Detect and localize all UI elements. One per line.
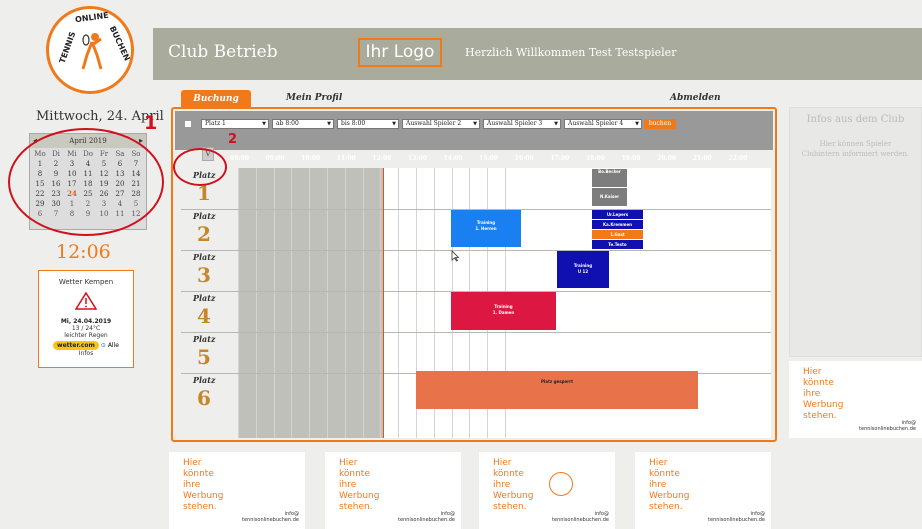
chevron-down-icon: ▼ — [635, 121, 639, 127]
welcome-text: Herzlich Willkommen Test Testspieler — [465, 46, 677, 59]
hour-label: 09:00 — [265, 155, 285, 162]
weather-all-link[interactable]: Alle — [108, 342, 119, 349]
chevron-down-icon: ▼ — [392, 121, 396, 127]
court-label: Platz — [193, 211, 216, 221]
ad-box-2[interactable]: Hier könnte ihre Werbung stehen. info@ tennis… — [325, 452, 461, 529]
club-info-box: Infos aus dem Club Hier können Spieler Cl… — [789, 107, 922, 357]
booking-block[interactable]: N.Kaiser — [592, 188, 627, 206]
hour-label: 16:00 — [514, 155, 534, 162]
booking-training-u12[interactable]: Training U 12 — [557, 251, 609, 288]
ad-box-1[interactable]: Hier könnte ihre Werbung stehen. info@ tennis… — [169, 452, 305, 529]
player2-select[interactable]: Auswahl Spieler 2 ▼ — [402, 119, 480, 129]
hour-label: 12:00 — [372, 155, 392, 162]
header: ONLINE TENNIS BUCHEN Club Betrieb Ihr Lo… — [0, 0, 922, 95]
weather-date: Mi, 24.04.2019 — [60, 318, 112, 325]
booking-block[interactable]: 1.Gast — [592, 230, 643, 239]
hour-label: 19:00 — [621, 155, 641, 162]
info-body: Hier können Spieler Clubintern informiert… — [801, 140, 910, 158]
weather-desc: leichter Regen — [64, 332, 108, 339]
hour-label: 21:00 — [692, 155, 712, 162]
toolbar-checkbox[interactable] — [185, 121, 191, 127]
annotation-circle-2 — [173, 148, 227, 186]
wetter-com-badge[interactable]: wetter.com — [53, 341, 99, 350]
weather-links: wetter.com ⊙ Alle — [39, 341, 133, 350]
mouse-cursor-icon — [451, 250, 460, 262]
logo-arc-right: BUCHEN — [107, 24, 132, 63]
chevron-down-icon: ▼ — [327, 121, 331, 127]
booking-block[interactable]: Bo.Becker — [592, 169, 627, 187]
booking-block[interactable]: Ur.Lepers — [592, 210, 643, 219]
court-schedule-grid: Platz 1 Platz 2 Platz 3 Platz 4 Platz 5 Platz 6 Bo.… — [181, 168, 771, 438]
tab-profile[interactable]: Mein Profil — [286, 93, 342, 103]
grid-hline — [181, 250, 771, 251]
weather-widget: Wetter Kempen Mi, 24.04.2019 13 / 24°C l… — [38, 270, 134, 368]
hour-label: 17:00 — [550, 155, 570, 162]
weather-info-link[interactable]: Infos — [39, 350, 133, 357]
court-number: 6 — [197, 386, 211, 410]
court-number: 3 — [197, 263, 211, 287]
annotation-circle-1 — [8, 128, 164, 236]
weather-warning-icon — [74, 291, 98, 310]
annotation-number-2: 2 — [228, 132, 238, 147]
current-time-line — [383, 168, 384, 438]
page-title: Club Betrieb — [168, 42, 278, 62]
hour-label: 22:00 — [728, 155, 748, 162]
court-number: 4 — [197, 304, 211, 328]
hour-label: 08:00 — [230, 155, 249, 162]
play-icon: ⊙ — [100, 342, 106, 349]
hour-label: 18:00 — [586, 155, 605, 162]
booking-training-herren[interactable]: Training 1. Herren — [451, 210, 521, 247]
ad-box-3[interactable]: Hier könnte ihre Werbung stehen. info@ tennis… — [479, 452, 615, 529]
court-closed-block[interactable]: Platz gesperrt — [416, 371, 698, 409]
tennis-online-buchen-logo[interactable]: ONLINE TENNIS BUCHEN — [46, 6, 134, 94]
mini-logo-icon — [549, 472, 573, 496]
court-select[interactable]: Platz 1 ▼ — [201, 119, 269, 129]
court-number: 2 — [197, 222, 211, 246]
club-logo-placeholder: Ihr Logo — [358, 38, 442, 67]
grid-hline — [181, 332, 771, 333]
chevron-down-icon: ▼ — [262, 121, 266, 127]
chevron-down-icon: ▼ — [473, 121, 477, 127]
logo-arc-left: TENNIS — [57, 30, 78, 65]
ad-box-4[interactable]: Hier könnte ihre Werbung stehen. info@ tennis… — [635, 452, 771, 529]
to-time-select[interactable]: bis 8:00 ▼ — [337, 119, 399, 129]
court-label: Platz — [193, 252, 216, 262]
player3-select[interactable]: Auswahl Spieler 3 ▼ — [483, 119, 561, 129]
booking-block[interactable]: Te.Testo — [592, 240, 643, 249]
player4-select[interactable]: Auswahl Spieler 4 ▼ — [564, 119, 642, 129]
hour-label: 15:00 — [479, 155, 499, 162]
info-title: Infos aus dem Club — [806, 114, 905, 125]
booking-block[interactable]: Ka.Kremmen — [592, 220, 643, 229]
court-label: Platz — [193, 334, 216, 344]
from-time-select[interactable]: ab 8:00 ▼ — [272, 119, 334, 129]
hour-label: 11:00 — [336, 155, 356, 162]
book-button[interactable]: buchen — [644, 119, 676, 129]
hour-label: 13:00 — [408, 155, 427, 162]
hour-label: 14:00 — [443, 155, 463, 162]
hour-label: 10:00 — [301, 155, 321, 162]
logout-link[interactable]: Abmelden — [670, 93, 721, 103]
tennis-player-icon — [81, 33, 103, 70]
court-label: Platz — [193, 375, 216, 385]
court-number: 5 — [197, 345, 211, 369]
booking-toolbar: Platz 1 ▼ ab 8:00 ▼ bis 8:00 ▼ Auswahl Spie… — [175, 111, 773, 162]
weather-title: Wetter Kempen — [58, 278, 114, 286]
weather-temp: 13 / 24°C — [71, 325, 101, 332]
booking-training-damen[interactable]: Training 1. Damen — [451, 292, 556, 330]
chevron-down-icon: ▼ — [554, 121, 558, 127]
logo-arc-top: ONLINE — [74, 10, 110, 25]
booking-panel: Platz 1 ▼ ab 8:00 ▼ bis 8:00 ▼ Auswahl Spie… — [171, 107, 777, 442]
ad-box-right[interactable]: Hier könnte ihre Werbung stehen. info@ tennis… — [789, 361, 922, 438]
clock: 12:06 — [56, 241, 111, 263]
annotation-number-1: 1 — [144, 112, 158, 134]
hour-label: 20:00 — [657, 155, 677, 162]
court-label: Platz — [193, 293, 216, 303]
